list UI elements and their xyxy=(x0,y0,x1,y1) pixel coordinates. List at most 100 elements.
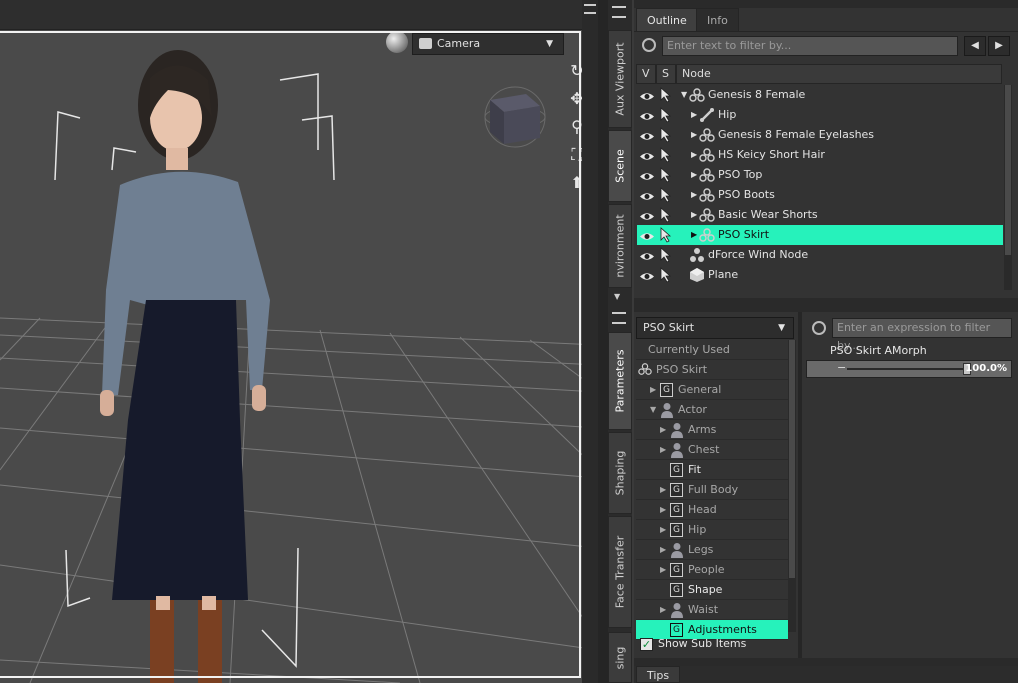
camera-select[interactable]: Camera ▼ xyxy=(412,33,564,55)
expand-arrow-icon[interactable]: ▶ xyxy=(691,165,697,185)
node-select[interactable]: PSO Skirt ▼ xyxy=(636,317,794,339)
outline-row[interactable]: ▶ PSO Skirt xyxy=(637,225,1003,245)
panel-splitter[interactable] xyxy=(634,298,1018,312)
expand-arrow-icon[interactable]: ▶ xyxy=(660,420,666,440)
property-value[interactable]: 100.0% xyxy=(965,361,1007,377)
expand-arrow-icon[interactable]: ▶ xyxy=(691,145,697,165)
visibility-eye-icon[interactable] xyxy=(639,89,655,100)
tab-info[interactable]: Info xyxy=(696,8,739,32)
menu-icon[interactable] xyxy=(584,4,596,14)
tab-scene[interactable]: Scene xyxy=(608,130,632,202)
select-cursor-icon[interactable] xyxy=(659,107,675,123)
parameter-tree-item[interactable]: Currently Used xyxy=(636,340,788,360)
outline-filter-input[interactable]: Enter text to filter by... xyxy=(662,36,958,56)
parameter-tree-item[interactable]: PSO Skirt xyxy=(636,360,788,380)
select-cursor-icon[interactable] xyxy=(659,187,675,203)
outline-row[interactable]: ▶ Basic Wear Shorts xyxy=(637,205,1003,225)
pane-divider[interactable] xyxy=(798,312,802,662)
tab-outline[interactable]: Outline xyxy=(636,8,698,32)
expand-arrow-icon[interactable]: ▶ xyxy=(691,205,697,225)
parameter-tree-scrollbar[interactable] xyxy=(788,340,796,632)
tab-shaping[interactable]: Shaping xyxy=(608,432,632,514)
minus-icon[interactable]: − xyxy=(837,361,846,375)
expand-arrow-icon[interactable]: ▶ xyxy=(660,520,666,540)
select-cursor-icon[interactable] xyxy=(659,247,675,263)
expand-arrow-icon[interactable]: ▶ xyxy=(660,600,666,620)
viewport[interactable]: Camera ▼ ↻ ✥ ⚲ ⛶ ⬆ xyxy=(0,0,598,683)
prev-arrow-icon[interactable]: ◀ xyxy=(964,36,986,56)
select-cursor-icon[interactable] xyxy=(659,227,675,243)
visibility-eye-icon[interactable] xyxy=(639,209,655,220)
outline-row[interactable]: ▼ Genesis 8 Female xyxy=(637,85,1003,105)
outline-row[interactable]: Plane xyxy=(637,265,1003,285)
outline-scrollbar[interactable] xyxy=(1004,85,1012,290)
panel-splitter[interactable] xyxy=(634,658,1018,666)
parameter-tree-item[interactable]: ▼ Actor xyxy=(636,400,788,420)
splitter[interactable] xyxy=(598,0,608,683)
parameter-tree-item[interactable]: G Fit xyxy=(636,460,788,480)
expand-arrow-icon[interactable]: ▶ xyxy=(660,500,666,520)
column-node[interactable]: Node xyxy=(676,64,1002,84)
parameter-tree-item[interactable]: ▶ G Full Body xyxy=(636,480,788,500)
expand-arrow-icon[interactable]: ▼ xyxy=(650,400,656,420)
expand-arrow-icon[interactable]: ▶ xyxy=(691,125,697,145)
tab-parameters[interactable]: Parameters xyxy=(608,332,632,430)
slider-track[interactable] xyxy=(847,368,967,370)
parameter-tree-item[interactable]: ▶ G People xyxy=(636,560,788,580)
parameter-tree-item[interactable]: ▶ Legs xyxy=(636,540,788,560)
visibility-eye-icon[interactable] xyxy=(639,189,655,200)
outline-row[interactable]: ▶ Genesis 8 Female Eyelashes xyxy=(637,125,1003,145)
expand-arrow-icon[interactable]: ▶ xyxy=(691,225,697,245)
tab-aux-viewport[interactable]: Aux Viewport xyxy=(608,30,632,128)
tab-face-transfer[interactable]: Face Transfer xyxy=(608,516,632,628)
parameter-tree-item[interactable]: ▶ Chest xyxy=(636,440,788,460)
expand-arrow-icon[interactable]: ▶ xyxy=(650,380,656,400)
expand-arrow-icon[interactable]: ▶ xyxy=(691,185,697,205)
select-cursor-icon[interactable] xyxy=(659,87,675,103)
next-arrow-icon[interactable]: ▶ xyxy=(988,36,1010,56)
visibility-eye-icon[interactable] xyxy=(639,169,655,180)
select-cursor-icon[interactable] xyxy=(659,147,675,163)
outline-row[interactable]: dForce Wind Node xyxy=(637,245,1003,265)
outline-row[interactable]: ▶ PSO Boots xyxy=(637,185,1003,205)
expand-arrow-icon[interactable]: ▶ xyxy=(660,540,666,560)
visibility-eye-icon[interactable] xyxy=(639,269,655,280)
column-visible[interactable]: V xyxy=(636,64,656,84)
parameter-tree-item[interactable]: ▶ Arms xyxy=(636,420,788,440)
select-cursor-icon[interactable] xyxy=(659,207,675,223)
parameter-tree-label: Hip xyxy=(688,523,707,536)
tab-environment[interactable]: nvironment xyxy=(608,204,632,288)
select-cursor-icon[interactable] xyxy=(659,267,675,283)
render-sphere-icon[interactable] xyxy=(386,31,408,53)
visibility-eye-icon[interactable] xyxy=(639,109,655,120)
select-cursor-icon[interactable] xyxy=(659,167,675,183)
expand-arrow-icon[interactable]: ▼ xyxy=(681,85,687,105)
tab-tips[interactable]: Tips xyxy=(636,666,681,683)
property-slider[interactable]: − 100.0% xyxy=(806,360,1012,378)
parameter-tree-item[interactable]: ▶ G Hip xyxy=(636,520,788,540)
column-selectable[interactable]: S xyxy=(656,64,676,84)
expand-arrow-icon[interactable]: ▶ xyxy=(660,440,666,460)
tab-posing[interactable]: sing xyxy=(608,632,632,683)
expand-arrow-icon[interactable]: ▶ xyxy=(691,105,697,125)
visibility-eye-icon[interactable] xyxy=(639,129,655,140)
parameter-tree-item[interactable]: ▶ G Head xyxy=(636,500,788,520)
parameter-tree-item[interactable]: ▶ G General xyxy=(636,380,788,400)
parameter-tree-item[interactable]: G Shape xyxy=(636,580,788,600)
expression-filter-input[interactable]: Enter an expression to filter by... xyxy=(832,318,1012,352)
visibility-eye-icon[interactable] xyxy=(639,149,655,160)
expand-arrow-icon[interactable]: ▶ xyxy=(660,560,666,580)
outline-row[interactable]: ▶ HS Keicy Short Hair xyxy=(637,145,1003,165)
visibility-eye-icon[interactable] xyxy=(639,249,655,260)
menu-icon[interactable] xyxy=(612,312,626,324)
expand-arrow-icon[interactable]: ▶ xyxy=(660,480,666,500)
show-sub-items-checkbox[interactable]: ✓ xyxy=(640,638,653,651)
outline-row[interactable]: ▶ PSO Top xyxy=(637,165,1003,185)
visibility-eye-icon[interactable] xyxy=(639,229,655,240)
parameter-tree-item[interactable]: ▶ Waist xyxy=(636,600,788,620)
scroll-down-icon[interactable]: ▼ xyxy=(614,292,620,301)
outline-row[interactable]: ▶ Hip xyxy=(637,105,1003,125)
select-cursor-icon[interactable] xyxy=(659,127,675,143)
view-cube[interactable] xyxy=(482,84,548,150)
menu-icon[interactable] xyxy=(612,6,626,18)
